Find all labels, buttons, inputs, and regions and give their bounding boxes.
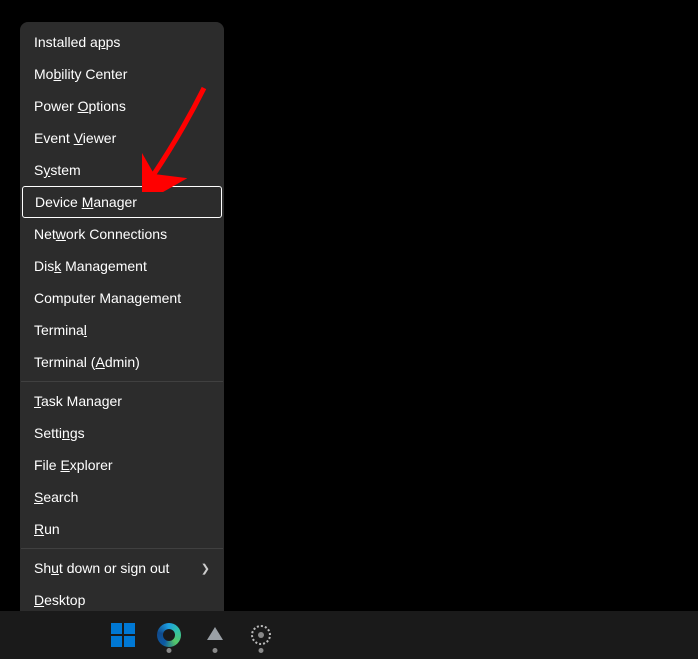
- menu-label: File Explorer: [34, 457, 113, 473]
- menu-settings[interactable]: Settings: [20, 417, 224, 449]
- menu-mobility-center[interactable]: Mobility Center: [20, 58, 224, 90]
- menu-label: Run: [34, 521, 60, 537]
- menu-computer-management[interactable]: Computer Management: [20, 282, 224, 314]
- app-button-1[interactable]: [195, 615, 235, 655]
- winx-context-menu: Installed apps Mobility Center Power Optio…: [20, 22, 224, 620]
- taskbar: [0, 611, 698, 659]
- menu-event-viewer[interactable]: Event Viewer: [20, 122, 224, 154]
- menu-label: Mobility Center: [34, 66, 127, 82]
- menu-device-manager[interactable]: Device Manager: [22, 186, 222, 218]
- menu-label: Installed apps: [34, 34, 120, 50]
- menu-separator: [21, 381, 223, 382]
- menu-label: Network Connections: [34, 226, 167, 242]
- menu-disk-management[interactable]: Disk Management: [20, 250, 224, 282]
- menu-power-options[interactable]: Power Options: [20, 90, 224, 122]
- menu-system[interactable]: System: [20, 154, 224, 186]
- generic-app-icon: [205, 625, 225, 645]
- menu-label: Event Viewer: [34, 130, 116, 146]
- edge-icon: [157, 623, 181, 647]
- menu-label: Computer Management: [34, 290, 181, 306]
- menu-terminal[interactable]: Terminal: [20, 314, 224, 346]
- menu-label: Search: [34, 489, 78, 505]
- menu-run[interactable]: Run: [20, 513, 224, 545]
- menu-label: System: [34, 162, 81, 178]
- start-button[interactable]: [103, 615, 143, 655]
- menu-installed-apps[interactable]: Installed apps: [20, 26, 224, 58]
- menu-search[interactable]: Search: [20, 481, 224, 513]
- menu-separator: [21, 548, 223, 549]
- settings-button[interactable]: [241, 615, 281, 655]
- running-indicator: [213, 648, 218, 653]
- menu-label: Terminal: [34, 322, 87, 338]
- chevron-right-icon: ❯: [201, 562, 210, 575]
- menu-label: Settings: [34, 425, 85, 441]
- running-indicator: [167, 648, 172, 653]
- menu-task-manager[interactable]: Task Manager: [20, 385, 224, 417]
- menu-label: Task Manager: [34, 393, 122, 409]
- running-indicator: [259, 648, 264, 653]
- edge-button[interactable]: [149, 615, 189, 655]
- menu-shutdown-signout[interactable]: Shut down or sign out ❯: [20, 552, 224, 584]
- menu-label: Terminal (Admin): [34, 354, 140, 370]
- menu-label: Shut down or sign out: [34, 560, 169, 576]
- menu-label: Disk Management: [34, 258, 147, 274]
- menu-terminal-admin[interactable]: Terminal (Admin): [20, 346, 224, 378]
- gear-icon: [251, 625, 271, 645]
- menu-label: Device Manager: [35, 194, 137, 210]
- start-icon: [111, 623, 135, 647]
- menu-network-connections[interactable]: Network Connections: [20, 218, 224, 250]
- menu-file-explorer[interactable]: File Explorer: [20, 449, 224, 481]
- menu-label: Desktop: [34, 592, 85, 608]
- menu-label: Power Options: [34, 98, 126, 114]
